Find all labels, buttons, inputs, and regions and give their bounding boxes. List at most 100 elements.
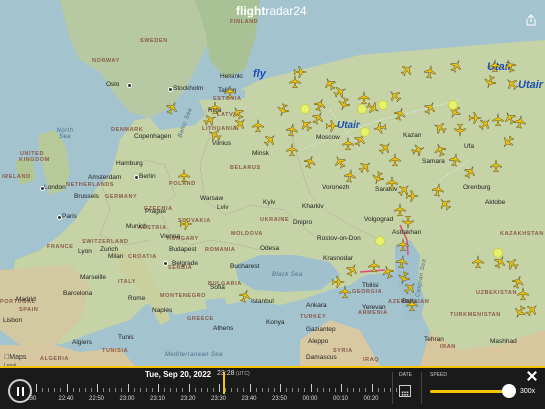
aircraft-icon[interactable] [342, 168, 358, 184]
aircraft-icon[interactable] [223, 85, 237, 99]
event-marker[interactable] [360, 127, 370, 137]
event-marker[interactable] [300, 104, 310, 114]
timeline-tick [341, 384, 342, 392]
aircraft-icon[interactable] [367, 259, 381, 273]
country-label: GERMANY [105, 194, 138, 200]
city-label: Gaziantep [306, 326, 336, 333]
city-label: Belgrade [172, 260, 199, 267]
country-label: UNITED KINGDOM [19, 151, 50, 163]
timeline-minor-tick [48, 388, 50, 392]
maps-attribution: Maps [4, 354, 26, 361]
aircraft-icon[interactable] [453, 123, 467, 137]
country-label: CROATIA [128, 254, 157, 260]
aircraft-icon[interactable] [512, 114, 528, 130]
city-label: Ankara [306, 302, 327, 309]
timeline-tick-label: 00:10 [333, 396, 349, 402]
timeline-tick [280, 384, 281, 392]
city-label: Minsk [252, 150, 269, 157]
speed-slider-track[interactable] [430, 390, 512, 393]
event-marker[interactable] [375, 236, 385, 246]
city-label: Lisbon [3, 317, 23, 324]
aircraft-icon[interactable] [447, 152, 463, 168]
country-label: MONTENEGRO [160, 293, 207, 299]
city-label: Voronezh [322, 184, 350, 191]
close-playback-button[interactable] [526, 370, 538, 382]
timeline-minor-tick [103, 388, 105, 392]
aircraft-icon[interactable] [388, 153, 402, 167]
speed-slider-knob[interactable] [502, 384, 516, 398]
aircraft-icon[interactable] [489, 159, 503, 173]
timeline-minor-tick [395, 388, 397, 392]
city-label: Bucharest [230, 263, 260, 270]
aircraft-icon[interactable] [177, 169, 191, 183]
country-label: SWITZERLAND [82, 239, 129, 245]
aircraft-icon[interactable] [394, 254, 410, 270]
city-label: Lviv [217, 204, 229, 211]
aircraft-icon[interactable] [284, 122, 300, 138]
city-dot [163, 261, 168, 266]
timeline-minor-tick [359, 388, 361, 392]
timeline-minor-tick [328, 388, 330, 392]
aircraft-icon[interactable] [405, 298, 419, 312]
country-label: FRANCE [47, 244, 74, 250]
timeline-scrubber[interactable]: :30 22:40 22:50 23:00 23:10 23:20 23:30 23:40 23… [28, 384, 397, 402]
timeline-tick-label: 00:00 [302, 396, 318, 402]
city-label: Amsterdam [88, 174, 122, 181]
aircraft-icon[interactable] [488, 59, 502, 73]
aircraft-icon[interactable] [179, 217, 193, 231]
city-label: Volgograd [364, 216, 394, 223]
timeline-minor-tick [194, 388, 196, 392]
aircraft-icon[interactable] [331, 275, 345, 289]
aircraft-icon[interactable] [288, 75, 302, 89]
timeline-tick-label: 23:10 [150, 396, 166, 402]
aircraft-icon[interactable] [372, 120, 388, 136]
aircraft-icon[interactable] [422, 64, 438, 80]
country-label: TURKMENISTAN [450, 312, 501, 318]
timeline-minor-tick [377, 388, 379, 392]
timeline-minor-tick [139, 388, 141, 392]
city-label: Hamburg [116, 160, 143, 167]
city-label: Barcelona [63, 290, 93, 297]
timeline-minor-tick [316, 388, 318, 392]
timeline-minor-tick [334, 388, 336, 392]
aircraft-icon[interactable] [325, 119, 339, 133]
share-icon[interactable] [525, 14, 537, 26]
country-label: SPAIN [19, 307, 39, 313]
aircraft-icon[interactable] [471, 255, 485, 269]
country-label: NORWAY [92, 58, 120, 64]
timeline-minor-tick [255, 388, 257, 392]
speed-value: 300x [520, 388, 536, 395]
aircraft-icon[interactable] [401, 215, 415, 229]
timeline-minor-tick [170, 388, 172, 392]
timeline-cursor[interactable] [223, 372, 225, 394]
city-label: London [44, 184, 66, 191]
city-label: Madrid [16, 296, 36, 303]
timeline-tick-label: 23:30 [211, 396, 227, 402]
city-label: Rome [128, 295, 146, 302]
timeline-tick-label: 23:00 [119, 396, 135, 402]
aircraft-icon[interactable] [341, 137, 355, 151]
aircraft-icon[interactable] [405, 189, 419, 203]
city-label: Aktobe [485, 199, 506, 206]
event-marker[interactable] [448, 100, 458, 110]
aircraft-icon[interactable] [251, 119, 265, 133]
country-label: BELARUS [230, 165, 261, 171]
city-label: Athens [213, 325, 234, 332]
country-label: MOLDOVA [231, 231, 263, 237]
city-label: Stockholm [173, 85, 204, 92]
aircraft-icon[interactable] [516, 287, 530, 301]
aircraft-icon[interactable] [396, 238, 410, 252]
country-label: UZBEKISTAN [476, 290, 518, 296]
timeline-minor-tick [42, 388, 44, 392]
event-marker[interactable] [378, 100, 388, 110]
aircraft-icon[interactable] [285, 143, 299, 157]
timeline-tick [310, 384, 312, 392]
event-marker[interactable] [357, 104, 367, 114]
event-marker[interactable] [493, 248, 503, 258]
calendar-icon[interactable] [399, 385, 411, 397]
city-label: Odesa [260, 245, 280, 252]
maps-label: Maps [4, 354, 26, 361]
country-label: GREECE [187, 316, 214, 322]
timeline-minor-tick [54, 388, 56, 392]
timeline-tick-label: 23:40 [241, 396, 257, 402]
